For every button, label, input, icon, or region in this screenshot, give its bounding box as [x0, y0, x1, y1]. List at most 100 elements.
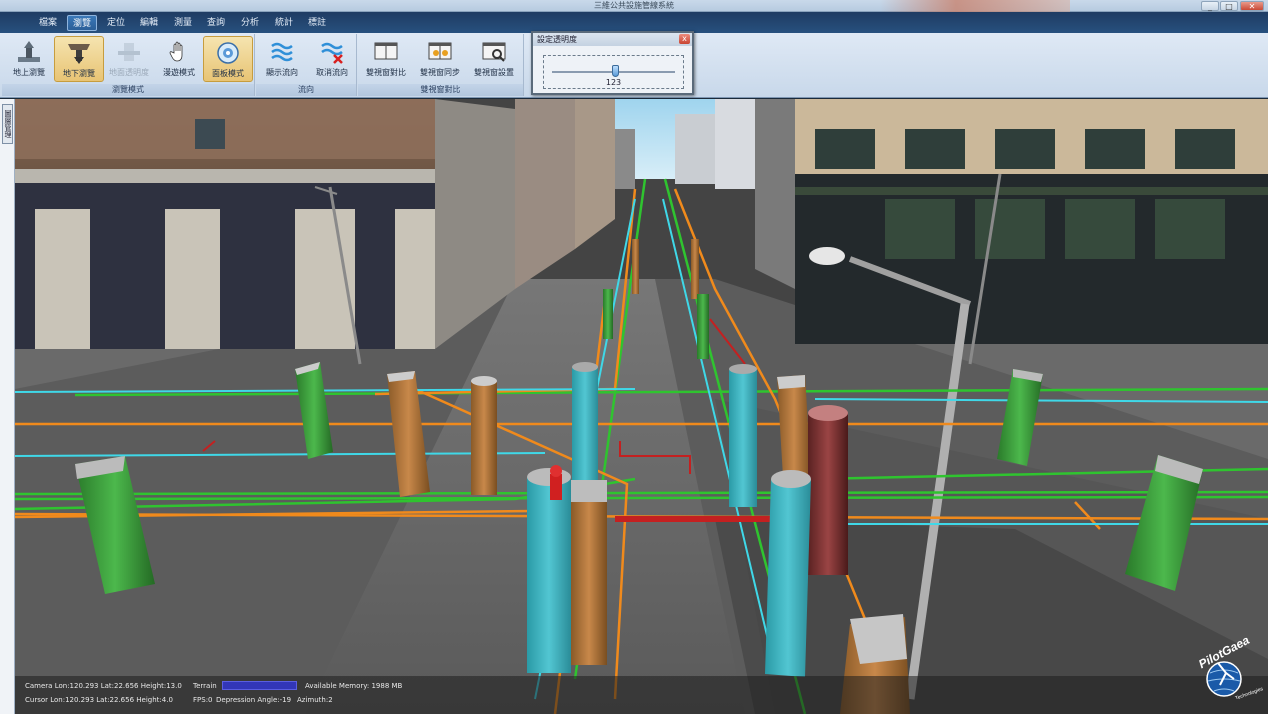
minimize-button[interactable]: _ [1201, 1, 1219, 11]
left-window [195, 119, 225, 149]
surface-view-button[interactable]: 地上瀏覽 [4, 36, 54, 82]
column-far-brown-2 [691, 239, 699, 299]
side-panel-strip: 圖層管理 [0, 99, 15, 714]
fps-readout: FPS:0 [193, 696, 213, 704]
menu-measure[interactable]: 測量 [168, 15, 198, 31]
column-cyan-2 [527, 468, 571, 673]
right-window-3 [995, 129, 1055, 169]
ground-transparency-button[interactable]: 地面透明度 [104, 36, 154, 82]
menu-query[interactable]: 查詢 [201, 15, 231, 31]
title-bar: 三維公共設施管線系統 _ □ ✕ [0, 0, 1268, 12]
ground-transparency-icon [118, 43, 140, 61]
dual-window-settings-icon [482, 42, 506, 62]
surface-view-label: 地上瀏覽 [13, 68, 45, 77]
menu-browse[interactable]: 瀏覽 [67, 15, 97, 31]
right-window-2 [905, 129, 965, 169]
far-building-right-2 [715, 99, 755, 189]
column-cyan-3 [729, 364, 757, 507]
ribbon-group-dual-window: 雙視窗對比 雙視窗同步 雙視窗設置 雙視窗對比 [358, 34, 524, 96]
right-window-4 [1085, 129, 1145, 169]
right-glass-1 [885, 199, 955, 259]
group-label-dual-window: 雙視窗對比 [358, 84, 523, 96]
panel-mode-button[interactable]: 面板模式 [203, 36, 253, 82]
left-pillar-1 [35, 209, 90, 349]
dual-window-settings-button[interactable]: 雙視窗設置 [469, 36, 519, 82]
roam-mode-label: 漫遊模式 [163, 68, 195, 77]
right-glass-2 [975, 199, 1045, 259]
group-label-flow: 流向 [256, 84, 356, 96]
menu-statistics[interactable]: 統計 [269, 15, 299, 31]
building-left-ledge [15, 169, 435, 183]
surface-view-icon [18, 41, 40, 62]
menu-locate[interactable]: 定位 [101, 15, 131, 31]
pilotgaea-logo: PilotGaea Technologies [1188, 633, 1266, 702]
street-lamp-head [809, 247, 845, 265]
cursor-coordinates: Cursor Lon:120.293 Lat:22.656 Height:4.0 [25, 696, 173, 704]
dialog-title-bar: 設定透明度 x [533, 33, 692, 46]
dual-window-sync-label: 雙視窗同步 [420, 68, 460, 77]
menu-bar: 檔案 瀏覽 定位 編輯 測量 查詢 分析 統計 標註 [0, 12, 1268, 33]
right-building-side [755, 99, 795, 289]
show-flow-label: 顯示流向 [266, 68, 298, 77]
panel-mode-icon [217, 42, 239, 64]
layer-manager-tab[interactable]: 圖層管理 [2, 104, 13, 144]
terrain-label: Terrain [193, 682, 217, 690]
dual-window-sync-button[interactable]: 雙視窗同步 [415, 36, 465, 82]
menu-file[interactable]: 檔案 [33, 15, 63, 31]
column-cyan-1 [572, 362, 598, 492]
transparency-value: 123 [605, 78, 622, 87]
cancel-flow-label: 取消流向 [316, 68, 348, 77]
column-brown-4 [777, 375, 811, 477]
column-far-green-1 [603, 289, 613, 339]
fire-hydrant [550, 465, 562, 500]
far-building-left-3 [615, 129, 635, 189]
dialog-title: 設定透明度 [537, 35, 577, 44]
terrain-progress-bar [222, 681, 297, 690]
close-button[interactable]: ✕ [1240, 1, 1264, 11]
camera-coordinates: Camera Lon:120.293 Lat:22.656 Height:13.… [25, 682, 182, 690]
underground-view-button[interactable]: 地下瀏覽 [54, 36, 104, 82]
right-glass-4 [1155, 199, 1225, 259]
column-brown-2 [471, 376, 497, 495]
maximize-button[interactable]: □ [1220, 1, 1238, 11]
status-overlay: Camera Lon:120.293 Lat:22.656 Height:13.… [15, 676, 1268, 714]
underground-view-icon [68, 44, 90, 64]
dialog-close-button[interactable]: x [679, 34, 690, 44]
menu-edit[interactable]: 編輯 [134, 15, 164, 31]
transparency-slider-thumb[interactable] [612, 65, 619, 77]
panel-mode-label: 面板模式 [212, 69, 244, 78]
show-flow-button[interactable]: 顯示流向 [257, 36, 307, 82]
hand-pan-icon [169, 41, 183, 62]
dual-window-settings-label: 雙視窗設置 [474, 68, 514, 77]
left-pillar-4 [395, 209, 435, 349]
menu-annotation[interactable]: 標註 [302, 15, 332, 31]
dual-window-compare-button[interactable]: 雙視窗對比 [361, 36, 411, 82]
left-pillar-2 [165, 209, 220, 349]
3d-viewport[interactable] [15, 99, 1268, 714]
right-glass-3 [1065, 199, 1135, 259]
menu-analysis[interactable]: 分析 [235, 15, 265, 31]
globe-logo-icon: PilotGaea Technologies [1196, 633, 1264, 702]
far-building-left-1 [515, 99, 575, 289]
column-far-green-2 [697, 294, 709, 359]
transparency-dialog: 設定透明度 x 123 [531, 31, 694, 95]
column-cyan-4 [765, 470, 811, 677]
ribbon-group-browse-mode: 地上瀏覽 地下瀏覽 地面透明度 漫遊模式 面板模式 瀏覽模式 [2, 34, 255, 96]
right-window-1 [815, 129, 875, 169]
far-building-left-2 [575, 99, 615, 249]
cancel-flow-button[interactable]: 取消流向 [307, 36, 357, 82]
dual-window-compare-icon [374, 42, 398, 60]
ribbon-group-flow: 顯示流向 取消流向 流向 [256, 34, 357, 96]
cancel-flow-icon [321, 42, 343, 64]
depression-angle: Depression Angle:-19 [216, 696, 292, 704]
azimuth-readout: Azimuth:2 [297, 696, 333, 704]
group-label-browse-mode: 瀏覽模式 [2, 84, 254, 96]
right-facade-band [795, 187, 1268, 195]
dual-window-compare-label: 雙視窗對比 [366, 68, 406, 77]
underground-view-label: 地下瀏覽 [63, 69, 95, 78]
roam-mode-button[interactable]: 漫遊模式 [154, 36, 204, 82]
column-brown-3 [571, 480, 607, 665]
app-window: 三維公共設施管線系統 _ □ ✕ 檔案 瀏覽 定位 編輯 測量 查詢 分析 統計… [0, 0, 1268, 714]
ground-transparency-label: 地面透明度 [109, 68, 149, 77]
column-far-brown-1 [632, 239, 639, 294]
